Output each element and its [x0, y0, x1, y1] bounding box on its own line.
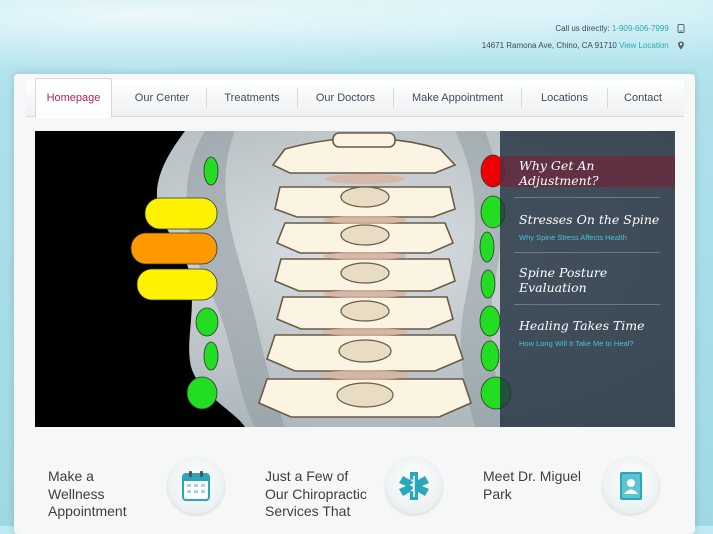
- slider-divider: [514, 197, 660, 198]
- indicator-left-6: [203, 341, 219, 371]
- nav-our-doctors[interactable]: Our Doctors: [298, 80, 393, 116]
- indicator-left-1: [203, 156, 219, 186]
- indicator-left-7: [186, 376, 218, 410]
- phone-link[interactable]: 1-909-606-7999: [612, 24, 669, 33]
- slide-title: Spine Posture Evaluation: [519, 265, 608, 295]
- slider-menu: Why Get An Adjustment? Stresses On the Sp…: [500, 131, 675, 427]
- indicator-right-6: [480, 340, 500, 372]
- slide-tab-posture[interactable]: Spine Posture Evaluation: [500, 255, 675, 303]
- slide-title: Stresses On the Spine: [519, 212, 660, 227]
- calendar-icon[interactable]: [168, 458, 224, 514]
- indicator-right-4: [480, 269, 496, 299]
- main-nav: Homepage Our Center Treatments Our Docto…: [26, 78, 684, 118]
- indicator-right-3: [479, 231, 495, 263]
- slide-subtitle: Why Spine Stress Affects Health: [519, 233, 627, 242]
- phone-icon: [677, 24, 685, 34]
- address-line: 14671 Ramona Ave, Chino, CA 91710 View L…: [482, 41, 685, 50]
- slide-title: Why Get An Adjustment?: [519, 158, 599, 188]
- indicator-right-5: [479, 305, 501, 337]
- view-location-link[interactable]: View Location: [619, 41, 669, 50]
- slider-divider: [514, 304, 660, 305]
- hero-slider: Why Get An Adjustment? Stresses On the Sp…: [35, 131, 675, 427]
- indicator-left-2: [144, 197, 218, 230]
- location-pin-icon: [678, 41, 684, 50]
- feature-appointment[interactable]: Make a Wellness Appointment: [48, 468, 127, 521]
- nav-treatments[interactable]: Treatments: [207, 80, 297, 116]
- feature-services[interactable]: Just a Few of Our Chiropractic Services Th…: [265, 468, 367, 521]
- address-text: 14671 Ramona Ave, Chino, CA 91710: [481, 41, 617, 50]
- contact-book-icon[interactable]: [603, 458, 659, 514]
- slider-divider: [514, 252, 660, 253]
- indicator-left-4: [136, 268, 218, 301]
- slide-tab-why-adjustment[interactable]: Why Get An Adjustment?: [500, 156, 675, 188]
- nav-our-center[interactable]: Our Center: [118, 80, 206, 116]
- medical-icon[interactable]: [386, 458, 442, 514]
- indicator-left-5: [195, 307, 219, 337]
- call-label: Call us directly:: [555, 24, 610, 33]
- call-line: Call us directly: 1-909-606-7999: [555, 24, 685, 34]
- nav-contact[interactable]: Contact: [608, 80, 678, 116]
- indicator-left-3: [130, 232, 218, 265]
- slide-tab-stresses[interactable]: Stresses On the Spine Why Spine Stress A…: [500, 201, 675, 251]
- nav-make-appointment[interactable]: Make Appointment: [394, 80, 521, 116]
- header-background: [0, 0, 713, 80]
- slide-tab-healing[interactable]: Healing Takes Time How Long Will It Take…: [500, 307, 675, 357]
- slide-subtitle: How Long Will It Take Me to Heal?: [519, 339, 634, 348]
- nav-homepage[interactable]: Homepage: [35, 78, 112, 118]
- slide-title: Healing Takes Time: [519, 318, 645, 333]
- feature-meet-doctor[interactable]: Meet Dr. Miguel Park: [483, 468, 581, 503]
- nav-locations[interactable]: Locations: [522, 80, 607, 116]
